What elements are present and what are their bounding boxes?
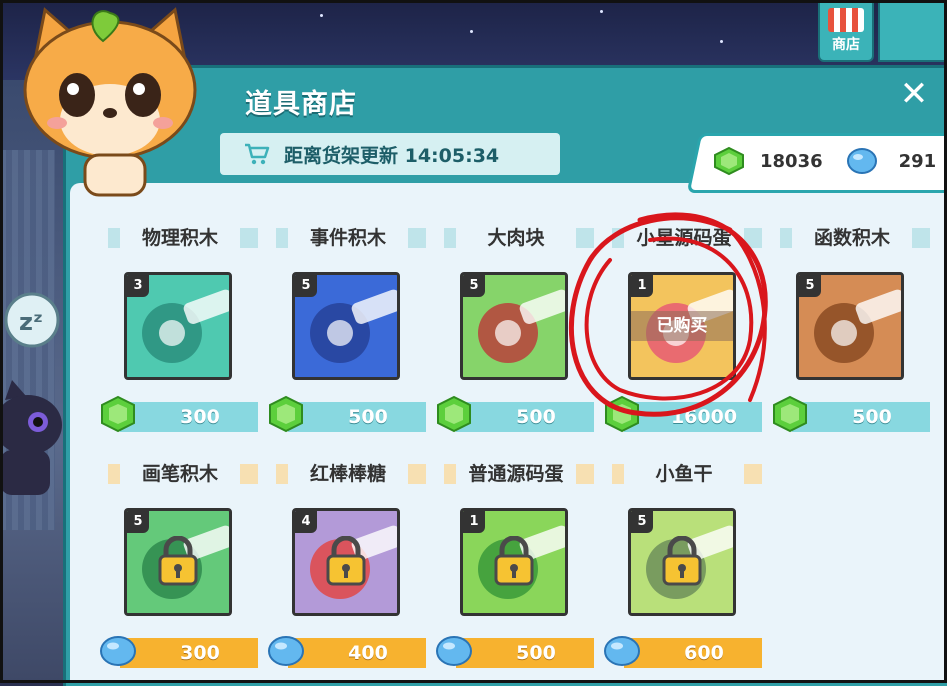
black-cat-character xyxy=(0,380,62,495)
svg-text:zᶻ: zᶻ xyxy=(19,308,43,336)
item-thumbnail[interactable]: 5 xyxy=(628,508,736,616)
lock-icon xyxy=(494,536,534,586)
item-card[interactable]: 物理积木 3 300 xyxy=(101,224,258,434)
item-price: 500 xyxy=(348,406,388,428)
green-gem-count: 18036 xyxy=(760,150,823,172)
star xyxy=(470,30,473,33)
shop-nav-button[interactable]: 商店 xyxy=(818,0,874,62)
green-gem-icon xyxy=(714,146,744,176)
green-gem-icon xyxy=(101,395,135,433)
blue-gem-icon xyxy=(100,636,136,666)
item-card[interactable]: 小星源码蛋 1 已购买 16000 xyxy=(605,224,762,434)
item-name: 物理积木 xyxy=(120,224,240,252)
item-thumbnail[interactable]: 5 xyxy=(796,272,904,380)
item-level-badge: 5 xyxy=(631,511,653,533)
item-thumbnail[interactable]: 1 xyxy=(460,508,568,616)
item-name-tag: 红棒棒糖 xyxy=(276,460,426,488)
item-price: 600 xyxy=(684,642,724,664)
item-thumbnail[interactable]: 5 xyxy=(460,272,568,380)
green-gem-icon xyxy=(437,395,471,433)
item-price-bar[interactable]: 500 xyxy=(456,638,594,668)
item-card[interactable]: 事件积木 5 500 xyxy=(269,224,426,434)
item-name-tag: 大肉块 xyxy=(444,224,594,252)
item-price-bar[interactable]: 16000 xyxy=(624,402,762,432)
refresh-timer-text: 距离货架更新 14:05:34 xyxy=(284,144,500,167)
nav-button[interactable] xyxy=(878,0,946,62)
item-name-tag: 物理积木 xyxy=(108,224,258,252)
item-level-badge: 1 xyxy=(631,275,653,297)
item-name: 事件积木 xyxy=(288,224,408,252)
green-gem-icon xyxy=(773,395,807,433)
item-card[interactable]: 红棒棒糖 4 400 xyxy=(268,460,426,670)
item-name: 小鱼干 xyxy=(624,460,744,488)
item-name: 画笔积木 xyxy=(120,460,240,488)
blue-gem-icon xyxy=(604,636,640,666)
item-name: 小星源码蛋 xyxy=(624,224,744,252)
item-name-tag: 画笔积木 xyxy=(108,460,258,488)
item-price: 16000 xyxy=(670,406,738,428)
blue-gem-count: 291 xyxy=(898,150,937,172)
item-name: 普通源码蛋 xyxy=(456,460,576,488)
item-price: 300 xyxy=(180,406,220,428)
item-thumbnail[interactable]: 5 xyxy=(292,272,400,380)
item-price-bar[interactable]: 300 xyxy=(120,638,258,668)
item-level-badge: 5 xyxy=(799,275,821,297)
lock-icon xyxy=(326,536,366,586)
item-thumbnail[interactable]: 4 xyxy=(292,508,400,616)
item-thumbnail[interactable]: 5 xyxy=(124,508,232,616)
item-price-bar[interactable]: 400 xyxy=(288,638,426,668)
sleep-bubble-icon: zᶻ xyxy=(4,292,60,348)
item-price-bar[interactable]: 500 xyxy=(456,402,594,432)
fox-mascot xyxy=(23,7,197,197)
item-card[interactable]: 小鱼干 5 600 xyxy=(604,460,762,670)
blue-gem-icon xyxy=(846,148,877,174)
lock-icon xyxy=(158,536,198,586)
item-level-badge: 5 xyxy=(127,511,149,533)
item-name: 函数积木 xyxy=(792,224,912,252)
item-price: 500 xyxy=(516,642,556,664)
item-price: 500 xyxy=(852,406,892,428)
item-price-bar[interactable]: 300 xyxy=(120,402,258,432)
star xyxy=(320,14,323,17)
item-card[interactable]: 函数积木 5 500 xyxy=(773,224,930,434)
lock-icon xyxy=(662,536,702,586)
green-gem-icon xyxy=(269,395,303,433)
item-name: 大肉块 xyxy=(456,224,576,252)
item-price-bar[interactable]: 500 xyxy=(288,402,426,432)
close-icon[interactable]: ✕ xyxy=(898,77,930,111)
currency-content: 18036 291 xyxy=(712,140,936,182)
item-name-tag: 函数积木 xyxy=(780,224,930,252)
green-gem-icon xyxy=(605,395,639,433)
item-thumbnail[interactable]: 1 已购买 xyxy=(628,272,736,380)
item-level-badge: 3 xyxy=(127,275,149,297)
shop-nav-label: 商店 xyxy=(832,37,860,53)
item-thumbnail[interactable]: 3 xyxy=(124,272,232,380)
item-price: 500 xyxy=(516,406,556,428)
item-name-tag: 小星源码蛋 xyxy=(612,224,762,252)
item-name-tag: 小鱼干 xyxy=(612,460,762,488)
purchased-label: 已购买 xyxy=(631,311,733,341)
item-level-badge: 5 xyxy=(295,275,317,297)
item-price-bar[interactable]: 600 xyxy=(624,638,762,668)
item-level-badge: 1 xyxy=(463,511,485,533)
item-price: 400 xyxy=(348,642,388,664)
item-level-badge: 4 xyxy=(295,511,317,533)
page-title: 道具商店 xyxy=(245,89,357,120)
item-card[interactable]: 大肉块 5 500 xyxy=(437,224,594,434)
item-card[interactable]: 画笔积木 5 300 xyxy=(100,460,258,670)
item-price-bar[interactable]: 500 xyxy=(792,402,930,432)
blue-gem-icon xyxy=(436,636,472,666)
star xyxy=(600,10,603,13)
star xyxy=(720,40,723,43)
shop-icon xyxy=(828,8,864,32)
refresh-timer-bar: 距离货架更新 14:05:34 xyxy=(220,133,560,175)
item-name: 红棒棒糖 xyxy=(288,460,408,488)
item-price: 300 xyxy=(180,642,220,664)
item-name-tag: 事件积木 xyxy=(276,224,426,252)
blue-gem-icon xyxy=(268,636,304,666)
cart-icon xyxy=(245,143,270,165)
item-name-tag: 普通源码蛋 xyxy=(444,460,594,488)
item-level-badge: 5 xyxy=(463,275,485,297)
item-card[interactable]: 普通源码蛋 1 500 xyxy=(436,460,594,670)
